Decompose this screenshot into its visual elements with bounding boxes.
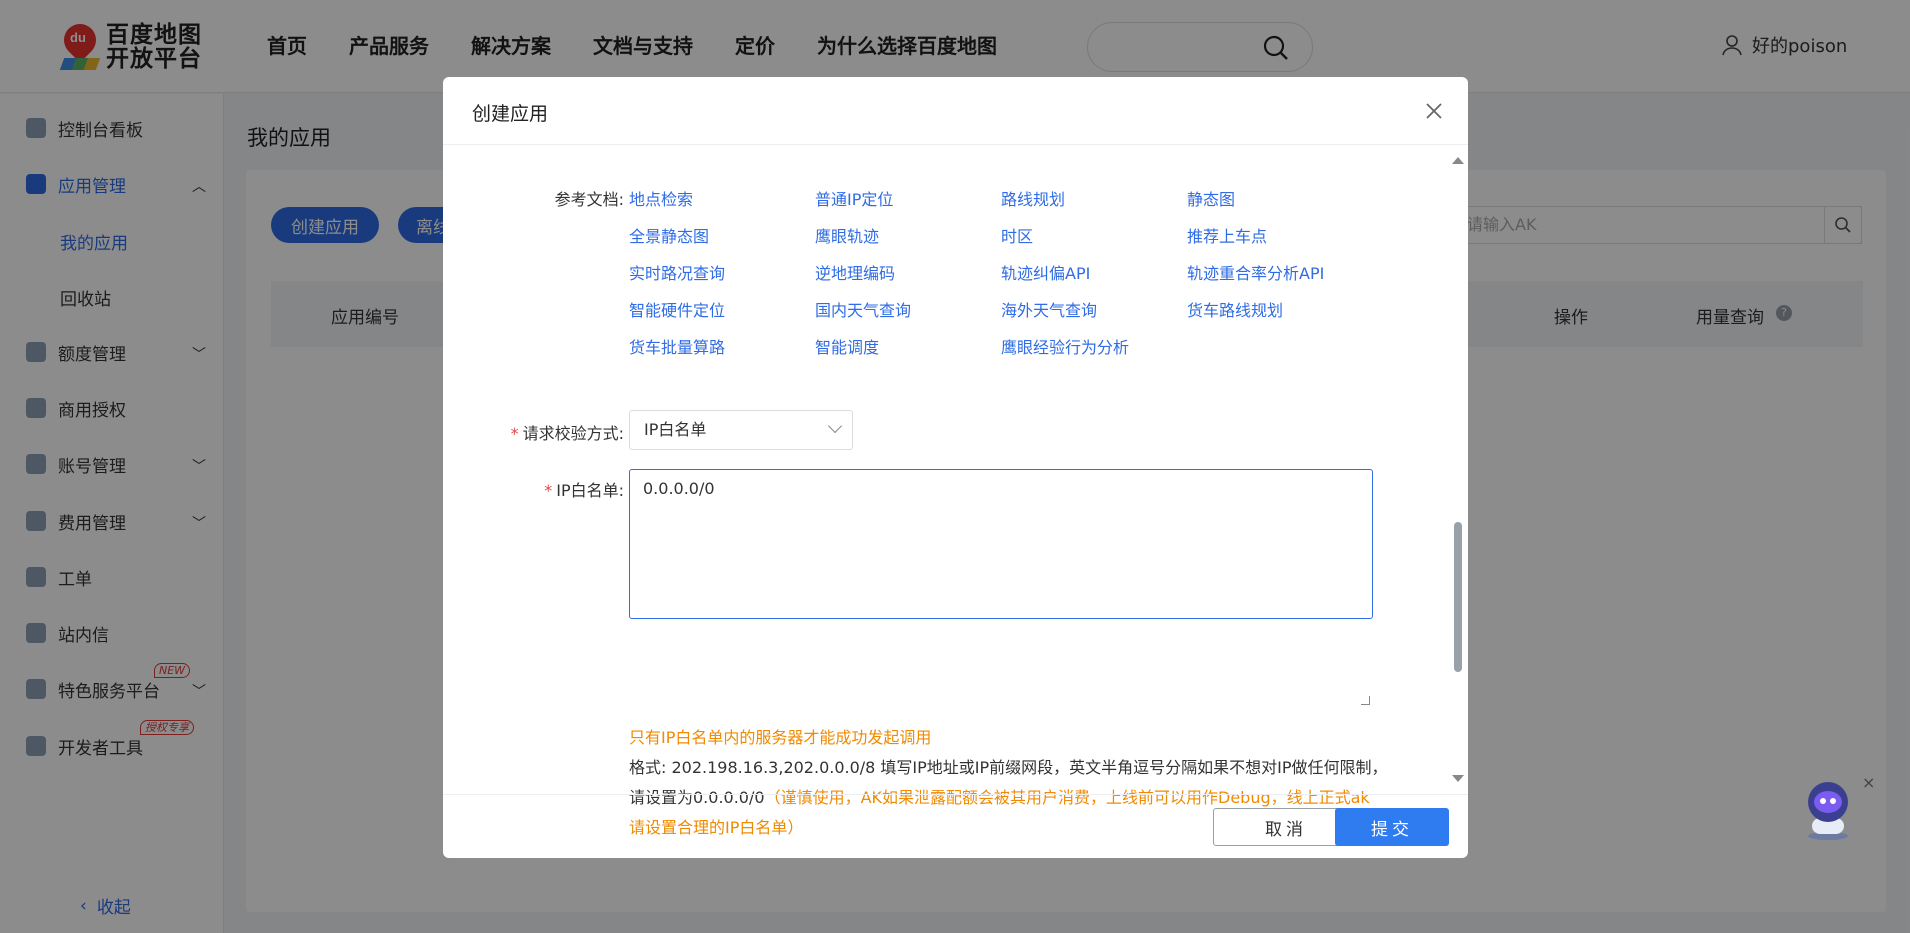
resize-handle[interactable]: [1361, 696, 1370, 705]
doc-link[interactable]: 智能硬件定位: [629, 297, 725, 321]
doc-link[interactable]: 推荐上车点: [1187, 223, 1267, 247]
submit-button[interactable]: 提交: [1335, 808, 1449, 846]
create-app-dialog: 创建应用 参考文档: 地点检索 普通IP定位 路线规划 静态图 全景静态图 鹰眼…: [443, 77, 1468, 858]
dialog-header: 创建应用: [443, 77, 1468, 145]
doc-link[interactable]: 轨迹纠偏API: [1001, 260, 1090, 284]
scrollbar-thumb[interactable]: [1454, 522, 1462, 672]
dialog-body: 参考文档: 地点检索 普通IP定位 路线规划 静态图 全景静态图 鹰眼轨迹 时区…: [443, 146, 1468, 837]
verify-method-select[interactable]: IP白名单: [629, 410, 853, 450]
doc-link[interactable]: 实时路况查询: [629, 260, 725, 284]
ip-whitelist-textarea[interactable]: 0.0.0.0/0: [629, 469, 1373, 619]
doc-link[interactable]: 海外天气查询: [1001, 297, 1097, 321]
doc-link[interactable]: 逆地理编码: [815, 260, 895, 284]
chevron-down-icon: [827, 418, 843, 434]
doc-link[interactable]: 时区: [1001, 223, 1033, 247]
doc-link[interactable]: 货车路线规划: [1187, 297, 1283, 321]
doc-link[interactable]: 轨迹重合率分析API: [1187, 260, 1324, 284]
assistant-robot-icon[interactable]: [1798, 778, 1860, 842]
ip-whitelist-label: * IP白名单:: [544, 481, 624, 500]
doc-link[interactable]: 货车批量算路: [629, 334, 725, 358]
doc-link[interactable]: 全景静态图: [629, 223, 709, 247]
scroll-down-arrow[interactable]: [1452, 775, 1464, 782]
dialog-title: 创建应用: [472, 103, 549, 125]
doc-link[interactable]: 鹰眼经验行为分析: [1001, 334, 1129, 358]
doc-link[interactable]: 地点检索: [629, 186, 693, 210]
doc-link[interactable]: 普通IP定位: [815, 186, 893, 210]
doc-link[interactable]: 国内天气查询: [815, 297, 911, 321]
doc-link[interactable]: 智能调度: [815, 334, 879, 358]
format-hint: 格式: 202.198.16.3,202.0.0.0/8 填写IP地址或IP前缀…: [629, 758, 1388, 777]
whitelist-hint: 只有IP白名单内的服务器才能成功发起调用: [629, 728, 932, 747]
close-icon[interactable]: [1422, 99, 1446, 123]
docs-label: 参考文档:: [554, 190, 624, 209]
verify-method-label: * 请求校验方式:: [510, 424, 624, 443]
doc-link[interactable]: 鹰眼轨迹: [815, 223, 879, 247]
doc-link[interactable]: 路线规划: [1001, 186, 1065, 210]
doc-link[interactable]: 静态图: [1187, 186, 1235, 210]
assistant-close-icon[interactable]: ×: [1862, 773, 1875, 792]
scroll-up-arrow[interactable]: [1452, 157, 1464, 164]
